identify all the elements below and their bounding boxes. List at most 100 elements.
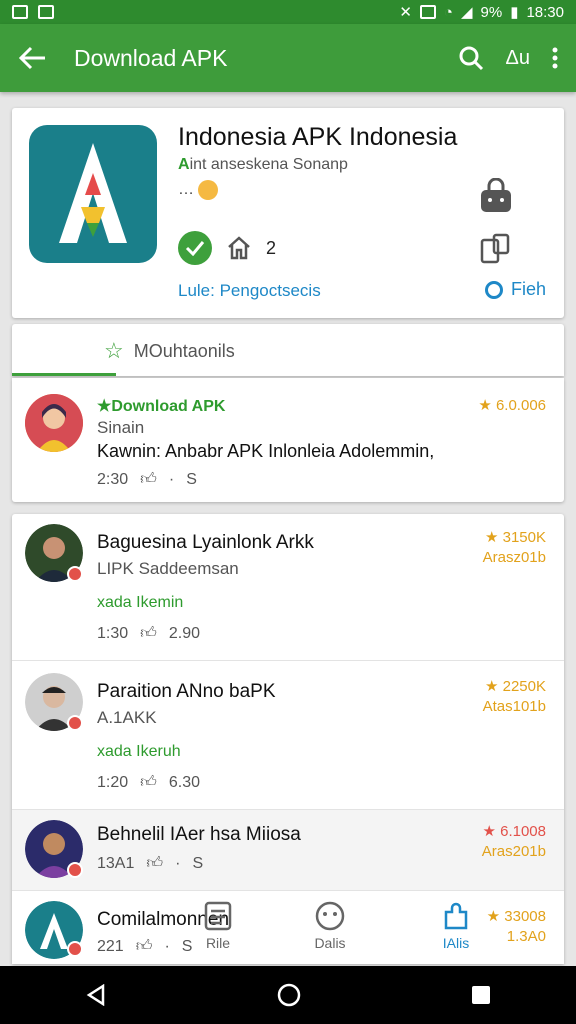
item-rating: ★ 2250K Atas101b bbox=[483, 677, 546, 717]
item-sub: Sinain bbox=[97, 418, 145, 437]
nav-data-label: Dalis bbox=[314, 935, 346, 951]
like-icon[interactable]: 👍︎ bbox=[146, 854, 163, 873]
copy-icon[interactable] bbox=[480, 232, 512, 266]
item-time: 1:30 bbox=[97, 624, 129, 642]
item-title: Behnelil IAer hsa Miiosa bbox=[97, 824, 301, 845]
item-title: Paraition ANno baPK bbox=[97, 681, 276, 702]
recents-square-icon[interactable] bbox=[471, 985, 491, 1005]
item-meta: 2:30 👍︎ · Ѕ bbox=[97, 470, 197, 489]
item-meta: 13A1 👍︎ · Ѕ bbox=[97, 854, 203, 873]
tab-bar: ☆ MOuhtaonils bbox=[12, 324, 564, 376]
app-stats: 2 bbox=[178, 231, 276, 265]
item-list: Baguesina Lyainlonk Arkk LIPK Saddeemsan… bbox=[12, 514, 564, 964]
like-icon[interactable]: 👍︎ bbox=[140, 773, 157, 792]
home-circle-icon[interactable] bbox=[277, 983, 301, 1007]
item-title: ★Download APK bbox=[97, 396, 225, 416]
clock: 18:30 bbox=[526, 3, 564, 21]
list-item[interactable]: Paraition ANno baPK A.1AKK xada Ikeruh 1… bbox=[12, 661, 564, 809]
rating-sub: Arasz01b bbox=[482, 549, 546, 566]
shopping-bag-icon[interactable] bbox=[478, 178, 514, 214]
search-icon[interactable] bbox=[458, 45, 484, 71]
image-icon bbox=[12, 5, 28, 19]
mute-icon: ✕ bbox=[399, 4, 412, 21]
item-meta-value: Ѕ bbox=[192, 854, 204, 872]
rating-sub: Atas101b bbox=[482, 698, 546, 715]
verified-icon[interactable] bbox=[178, 231, 212, 265]
status-badge bbox=[67, 715, 83, 731]
tab-label: MOuhtaonils bbox=[133, 340, 235, 361]
star-outline-icon: ☆ bbox=[104, 338, 124, 363]
item-meta: 1:20 👍︎ 6.30 bbox=[97, 773, 200, 792]
item-time: 13A1 bbox=[97, 854, 135, 872]
app-subtitle: Aint anseskena Sonanp bbox=[178, 156, 348, 174]
nav-file-label: Rile bbox=[205, 935, 231, 951]
meta-dot: · bbox=[168, 470, 175, 488]
battery-text: 9% bbox=[480, 3, 503, 21]
item-sub: LIPK Saddeemsan bbox=[97, 559, 239, 578]
item-time: 2:30 bbox=[97, 470, 129, 488]
tab-active-indicator bbox=[12, 324, 116, 376]
back-button[interactable] bbox=[0, 46, 66, 70]
list-item[interactable]: Behnelil IAer hsa Miiosa 13A1 👍︎ · Ѕ ★ 6… bbox=[12, 810, 564, 890]
bottom-nav: Rile Dalis IAlis bbox=[0, 900, 576, 966]
more-vert-icon[interactable] bbox=[552, 47, 558, 69]
vibrate-icon bbox=[419, 5, 436, 19]
dots-text: … bbox=[178, 181, 194, 199]
rating-value: 6.1008 bbox=[500, 823, 546, 840]
emoji-icon bbox=[198, 180, 218, 200]
list-item[interactable]: Baguesina Lyainlonk Arkk LIPK Saddeemsan… bbox=[12, 514, 564, 660]
app-link[interactable]: Lule: Pengoctsecis bbox=[178, 281, 321, 301]
fetch-label: Fieh bbox=[510, 279, 546, 299]
item-title-text: Download APK bbox=[111, 398, 226, 415]
list-item[interactable]: ★Download APK Sinain Kawnin: Anbabr APK … bbox=[12, 378, 564, 502]
arrow-left-icon bbox=[19, 46, 45, 70]
rating-value: 2250K bbox=[502, 678, 546, 695]
nav-file[interactable]: Rile bbox=[178, 900, 258, 951]
tab-main[interactable]: ☆ MOuhtaonils bbox=[104, 338, 235, 364]
item-tag: xada Ikeruh bbox=[97, 743, 181, 760]
item-title: Baguesina Lyainlonk Arkk bbox=[97, 532, 314, 553]
nav-list[interactable]: IAlis bbox=[416, 900, 496, 951]
item-meta-value: 2.90 bbox=[168, 624, 201, 642]
star-icon: ★ bbox=[482, 823, 501, 840]
star-icon: ★ bbox=[478, 397, 496, 414]
item-meta-value: Ѕ bbox=[186, 470, 197, 488]
rating-sub: Aras201b bbox=[481, 843, 546, 860]
nav-data[interactable]: Dalis bbox=[290, 900, 370, 951]
fetch-button[interactable]: Fieh bbox=[484, 279, 546, 300]
nav-list-label: IAlis bbox=[442, 935, 470, 951]
rating-value: 6.0.006 bbox=[495, 397, 546, 414]
item-desc: Kawnin: Anbabr APK Inlonleia Adolemmin, bbox=[97, 441, 435, 461]
status-bar: ✕ ◔ ◢ 9% ▮ 18:30 bbox=[0, 0, 576, 24]
page-title: Download APK bbox=[74, 44, 228, 71]
back-triangle-icon[interactable] bbox=[85, 984, 107, 1006]
like-icon[interactable]: 👍︎ bbox=[140, 470, 157, 489]
item-meta-value: 6.30 bbox=[168, 773, 201, 791]
item-sub: A.1AKK bbox=[97, 708, 157, 727]
signal-icon: ◢ bbox=[460, 4, 473, 21]
home-icon[interactable] bbox=[226, 235, 252, 261]
item-time: 1:20 bbox=[97, 773, 129, 791]
smile-icon bbox=[315, 901, 345, 931]
status-badge bbox=[67, 862, 83, 878]
refresh-icon bbox=[484, 280, 503, 299]
app-logo-icon bbox=[59, 143, 127, 243]
battery-icon: ▮ bbox=[510, 4, 519, 21]
item-meta: 1:30 👍︎ 2.90 bbox=[97, 624, 200, 643]
subtitle-text: int anseskena Sonanp bbox=[189, 156, 348, 173]
item-rating: ★ 3150K Arasz01b bbox=[483, 528, 546, 568]
item-rating: ★ 6.1008 Aras201b bbox=[482, 822, 546, 862]
app-bar: Download APK Δu bbox=[0, 24, 576, 92]
star-icon: ★ bbox=[485, 529, 503, 546]
app-header-card: Indonesia APK Indonesia Aint anseskena S… bbox=[12, 108, 564, 318]
app-icon[interactable] bbox=[29, 125, 157, 263]
translate-button[interactable]: Δu bbox=[506, 47, 530, 70]
avatar bbox=[25, 394, 83, 452]
app-tagline: … bbox=[178, 180, 218, 200]
like-icon[interactable]: 👍︎ bbox=[140, 624, 157, 643]
status-badge bbox=[67, 566, 83, 582]
item-rating: ★ 6.0.006 bbox=[478, 396, 546, 416]
star-icon: ★ bbox=[97, 398, 112, 415]
wifi-icon: ◔ bbox=[443, 3, 453, 21]
star-icon: ★ bbox=[485, 678, 503, 695]
